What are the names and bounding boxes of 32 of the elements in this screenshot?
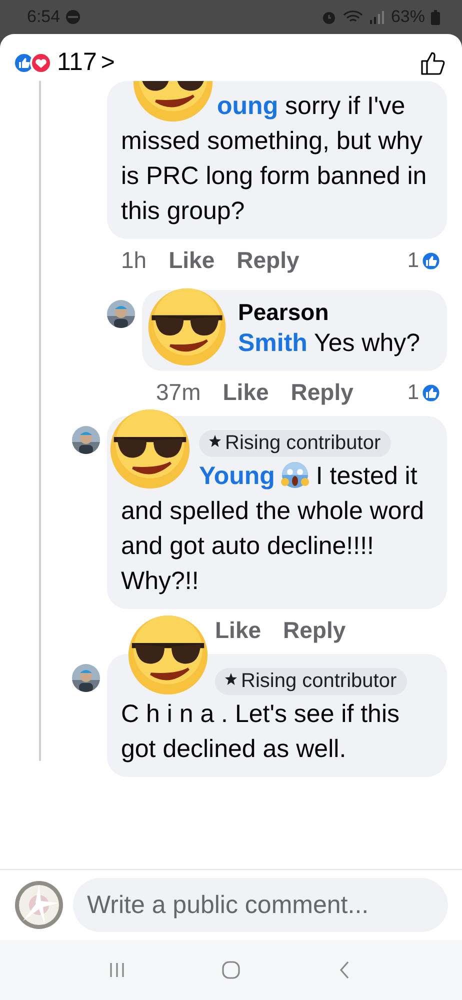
- reply-link[interactable]: Reply: [290, 379, 354, 406]
- like-reaction-icon: [421, 382, 441, 402]
- screaming-emoji-icon: [280, 461, 309, 489]
- like-link[interactable]: Like: [168, 247, 215, 274]
- reactions-icon[interactable]: [13, 52, 53, 74]
- mention-link[interactable]: Smith: [238, 329, 308, 357]
- comment-input[interactable]: Write a public comment...: [73, 878, 448, 932]
- battery-icon: [431, 10, 440, 24]
- contributor-badge: Rising contributor: [199, 430, 391, 457]
- reaction-count: 1: [407, 380, 419, 404]
- signal-icon: [368, 9, 385, 25]
- reaction-count[interactable]: 117: [57, 48, 97, 77]
- like-reaction-icon: [421, 250, 441, 270]
- alarm-icon: [320, 9, 337, 25]
- home-icon[interactable]: [219, 958, 243, 982]
- mention-link[interactable]: Young: [199, 462, 275, 490]
- comment-time: 37m: [156, 379, 201, 406]
- comment-text: oung sorry if I've missed something, but why is PRC long form banned in this group?: [121, 91, 428, 227]
- comment-text: Young I tested it and spelled the whole word and got auto decline!!!! Why?!!: [121, 460, 425, 597]
- reaction-count: 1: [407, 248, 419, 272]
- notification-icon: [66, 10, 80, 24]
- thumbs-up-icon[interactable]: [420, 50, 446, 76]
- mention-link[interactable]: oung: [217, 92, 278, 120]
- comment-text: C h i n a . Let's see if this got declined as well.: [121, 699, 401, 765]
- contributor-badge: Rising contributor: [215, 668, 407, 695]
- chevron-icon[interactable]: >: [100, 48, 115, 76]
- like-link[interactable]: Like: [215, 617, 262, 644]
- reply-link[interactable]: Reply: [236, 247, 300, 274]
- reply-link[interactable]: Reply: [283, 617, 346, 644]
- author-name[interactable]: Pearson: [238, 298, 433, 326]
- comment-time: 1h: [121, 247, 147, 274]
- like-link[interactable]: Like: [222, 379, 269, 406]
